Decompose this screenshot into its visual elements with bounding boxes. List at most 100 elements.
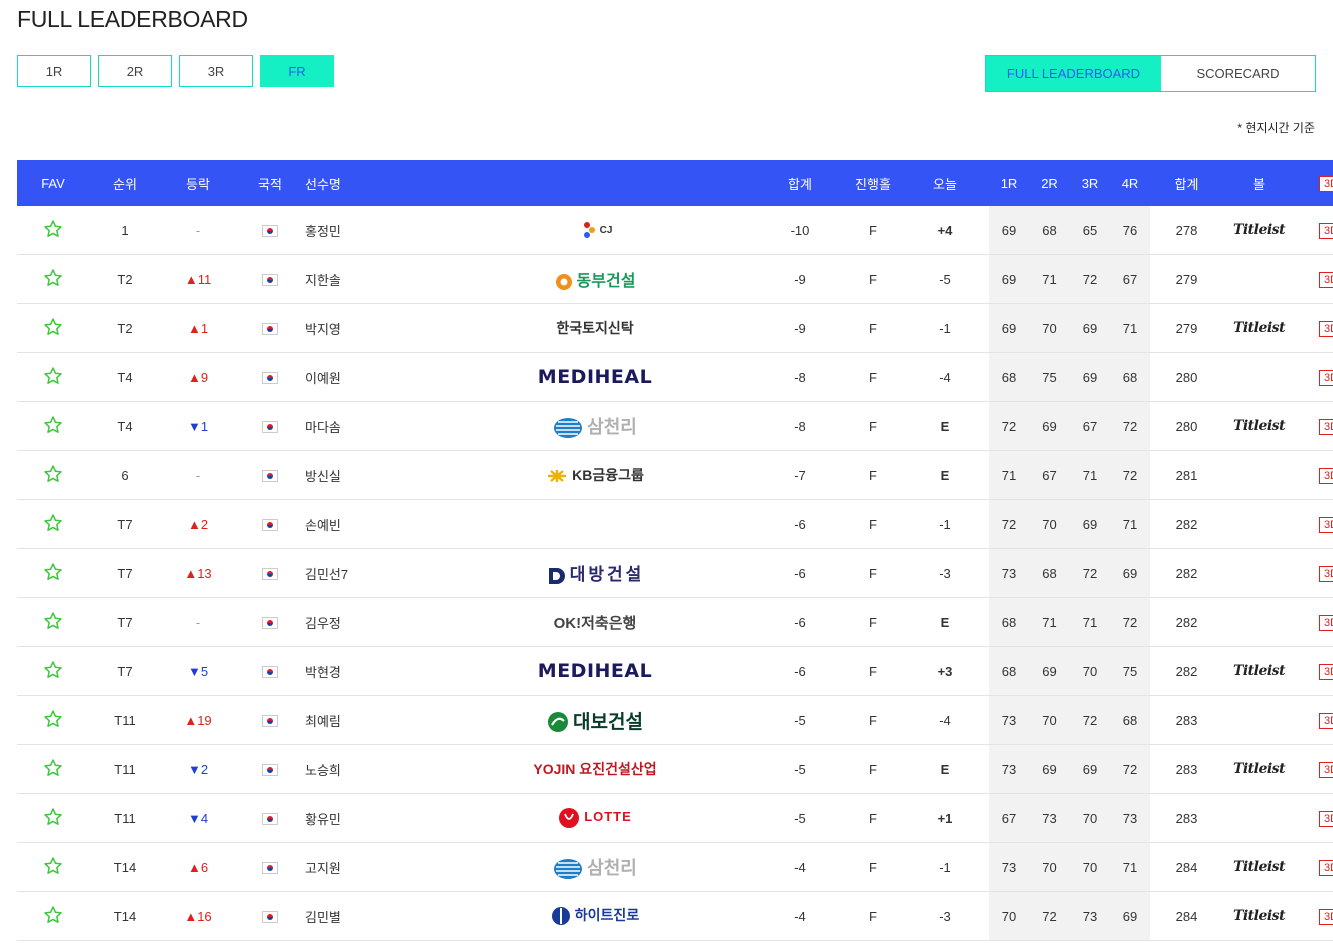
tab-full-leaderboard[interactable]: FULL LEADERBOARD	[986, 56, 1161, 91]
round1-cell: 72	[989, 499, 1029, 549]
table-row[interactable]: T11 ▲19 최예림 대보건설 -5F-473707268283 3D	[17, 695, 1333, 745]
table-row[interactable]: T2 ▲11 지한솔 동부건설 -9F-569717267279 3D	[17, 254, 1333, 304]
favorite-star-icon[interactable]	[43, 660, 63, 680]
sponsor-logo: YOJIN 요진건설산업	[533, 761, 656, 777]
favorite-star-icon[interactable]	[43, 709, 63, 729]
table-row[interactable]: T2▲1박지영한국토지신탁-9F-169706971279Titleist3D	[17, 303, 1333, 353]
3d-button[interactable]: 3D	[1319, 516, 1333, 533]
round1-cell: 68	[989, 597, 1029, 647]
nationality-cell	[235, 744, 305, 794]
table-row[interactable]: T14▲6고지원삼천리-4F-173707071284Titleist3D	[17, 842, 1333, 892]
table-row[interactable]: T4▼1마다솜삼천리-8FE72696772280Titleist3D	[17, 401, 1333, 451]
total-cell: -8	[755, 352, 845, 402]
favorite-star-icon[interactable]	[43, 611, 63, 631]
nationality-cell	[235, 891, 305, 941]
movement-cell: ▼4	[161, 793, 235, 843]
table-row[interactable]: T7 ▲2 손예빈 -6F-172706971282 3D	[17, 499, 1333, 549]
table-row[interactable]: T11 ▼2 노승희 YOJIN 요진건설산업 -5 F E 73 69 69 72 283 Title…	[17, 744, 1333, 794]
player-name[interactable]: 손예빈	[305, 499, 435, 549]
round4-cell: 72	[1110, 450, 1150, 500]
total-cell: -6	[755, 499, 845, 549]
3d-button[interactable]: 3D	[1319, 565, 1333, 582]
player-name[interactable]: 김우정	[305, 597, 435, 647]
tab-1r[interactable]: 1R	[17, 55, 91, 87]
round2-cell: 68	[1029, 206, 1070, 255]
player-name[interactable]: 황유민	[305, 793, 435, 843]
tab-2r[interactable]: 2R	[98, 55, 172, 87]
3d-button[interactable]: 3D	[1319, 663, 1333, 680]
favorite-star-icon[interactable]	[43, 268, 63, 288]
3d-button[interactable]: 3D	[1319, 320, 1333, 337]
tab-fr[interactable]: FR	[260, 55, 334, 87]
player-name[interactable]: 이예원	[305, 352, 435, 402]
favorite-star-icon[interactable]	[43, 464, 63, 484]
3d-button[interactable]: 3D	[1319, 222, 1333, 239]
3d-button[interactable]: 3D	[1319, 418, 1333, 435]
header-3d-label[interactable]: 3D	[1319, 175, 1333, 192]
table-row[interactable]: T4▲9이예원MEDIHEAL-8F-4687569682803D	[17, 352, 1333, 402]
favorite-star-icon[interactable]	[43, 807, 63, 827]
movement-cell: ▼5	[161, 646, 235, 696]
sponsor-cell: MEDIHEAL	[435, 646, 755, 696]
table-row[interactable]: T7 ▲13 김민선7 대방건설 -6F-373687269282 3D	[17, 548, 1333, 598]
3d-button[interactable]: 3D	[1319, 810, 1333, 827]
favorite-star-icon[interactable]	[43, 513, 63, 533]
table-row[interactable]: T7 ▼5 박현경 MEDIHEAL -6 F +3 68 69 70 75 282 Titleist 3…	[17, 646, 1333, 696]
rank-cell: 6	[89, 450, 161, 500]
header-nationality: 국적	[258, 176, 282, 192]
nationality-cell	[235, 206, 305, 255]
favorite-star-icon[interactable]	[43, 415, 63, 435]
player-name[interactable]: 지한솔	[305, 254, 435, 304]
strokes-cell: 284	[1150, 891, 1223, 941]
3d-button[interactable]: 3D	[1319, 369, 1333, 386]
round2-cell: 71	[1029, 254, 1070, 304]
favorite-star-icon[interactable]	[43, 366, 63, 386]
player-name[interactable]: 김민별	[305, 891, 435, 941]
favorite-star-icon[interactable]	[43, 562, 63, 582]
move-value: 2	[200, 761, 209, 777]
round4-cell: 69	[1110, 548, 1150, 598]
strokes-cell: 279	[1150, 303, 1223, 353]
3d-button[interactable]: 3D	[1319, 859, 1333, 876]
player-name[interactable]: 방신실	[305, 450, 435, 500]
favorite-star-icon[interactable]	[43, 856, 63, 876]
table-row[interactable]: T7-김우정OK!저축은행-6FE687171722823D	[17, 597, 1333, 647]
player-name[interactable]: 김민선7	[305, 548, 435, 598]
player-name[interactable]: 마다솜	[305, 401, 435, 451]
favorite-star-icon[interactable]	[43, 905, 63, 925]
movement-cell: -	[161, 450, 235, 500]
move-down-indicator: ▼5	[187, 663, 209, 679]
player-name[interactable]: 박지영	[305, 303, 435, 353]
favorite-star-icon[interactable]	[43, 317, 63, 337]
sponsor-name: YOJIN 요진건설산업	[533, 761, 657, 777]
player-name[interactable]: 박현경	[305, 646, 435, 696]
movement-cell: ▲19	[161, 695, 235, 745]
table-row[interactable]: 6-방신실KB금융그룹-7FE716771722813D	[17, 450, 1333, 500]
movement-cell: ▲2	[161, 499, 235, 549]
table-row[interactable]: T14 ▲16 김민별 하이트진로 -4F-370727369284 Titleist 3D	[17, 891, 1333, 941]
3d-button[interactable]: 3D	[1319, 908, 1333, 925]
nationality-cell	[235, 303, 305, 353]
3d-button[interactable]: 3D	[1319, 614, 1333, 631]
player-name[interactable]: 노승희	[305, 744, 435, 794]
3d-button[interactable]: 3D	[1319, 467, 1333, 484]
player-name[interactable]: 최예림	[305, 695, 435, 745]
favorite-star-icon[interactable]	[43, 758, 63, 778]
3d-button[interactable]: 3D	[1319, 712, 1333, 729]
table-row[interactable]: 1 - 홍정민 CJ -10F+469686576278 Titleist 3D	[17, 206, 1333, 255]
round4-cell: 67	[1110, 254, 1150, 304]
move-up-indicator: ▲13	[184, 565, 212, 581]
3d-button[interactable]: 3D	[1319, 271, 1333, 288]
total-cell: -4	[755, 842, 845, 892]
favorite-star-icon[interactable]	[43, 219, 63, 239]
3d-button[interactable]: 3D	[1319, 761, 1333, 778]
table-row[interactable]: T11▼4황유민LOTTE-5F+1677370732833D	[17, 793, 1333, 843]
tab-3r[interactable]: 3R	[179, 55, 253, 87]
tab-scorecard[interactable]: SCORECARD	[1161, 56, 1315, 91]
ball-cell: Titleist	[1223, 891, 1295, 941]
3d-cell: 3D	[1295, 793, 1333, 843]
3d-cell: 3D	[1295, 646, 1333, 696]
player-name[interactable]: 홍정민	[305, 206, 435, 255]
player-name[interactable]: 고지원	[305, 842, 435, 892]
3d-cell: 3D	[1295, 548, 1333, 598]
